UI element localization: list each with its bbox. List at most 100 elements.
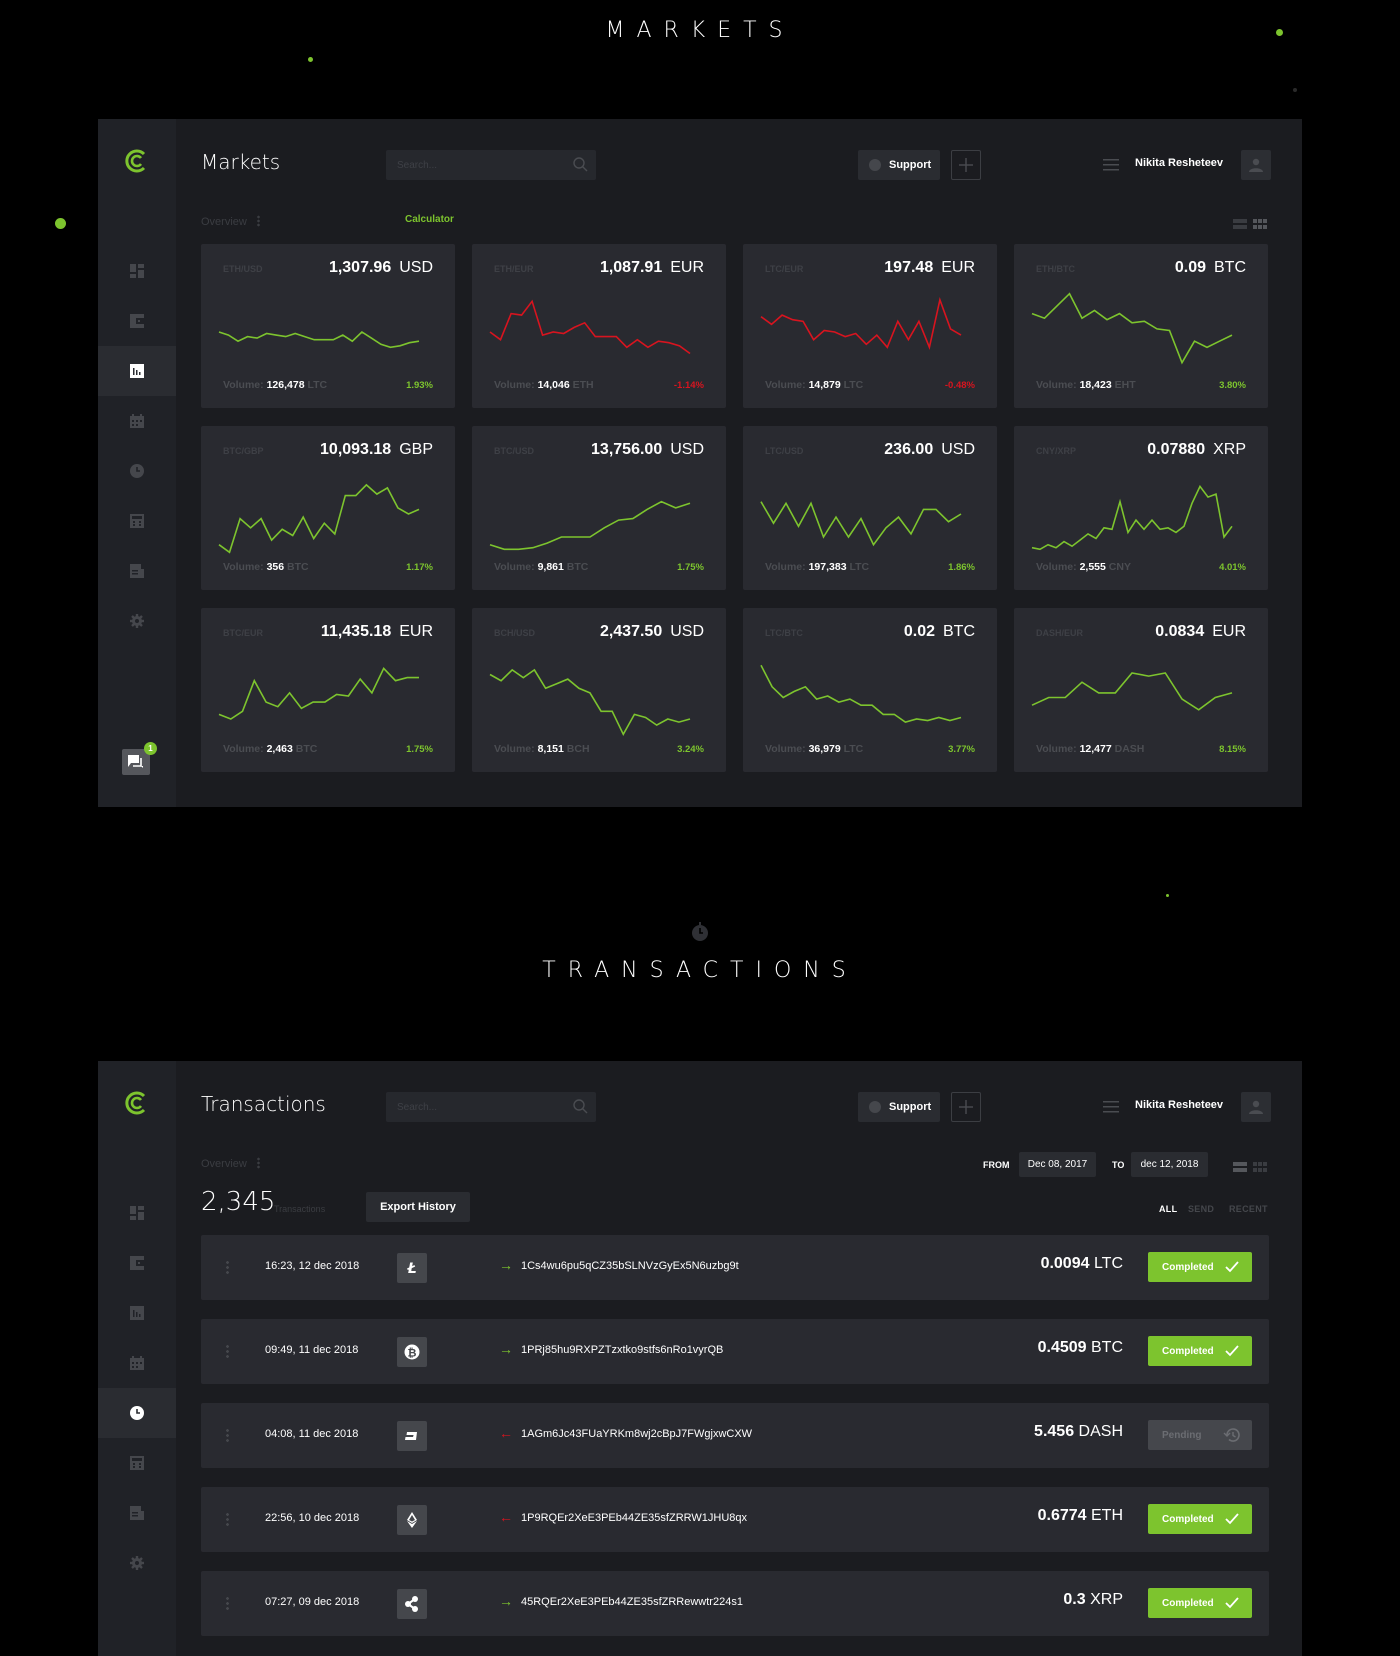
history-icon bbox=[1223, 1428, 1240, 1442]
market-card[interactable]: LTC/EUR 197.48 EUR Volume: 14,879 LTC -0.48% bbox=[743, 244, 997, 408]
more-vertical-icon bbox=[256, 1157, 260, 1169]
sidebar-item-documents[interactable] bbox=[98, 1488, 176, 1538]
row-menu-icon[interactable] bbox=[226, 1428, 229, 1442]
market-card[interactable]: BTC/USD 13,756.00 USD Volume: 9,861 BTC 1.75… bbox=[472, 426, 726, 590]
list-view-icon[interactable] bbox=[1233, 219, 1247, 229]
support-button[interactable]: Support bbox=[858, 150, 940, 180]
market-card[interactable]: ETH/USD 1,307.96 USD Volume: 126,478 LTC 1.9… bbox=[201, 244, 455, 408]
transaction-row[interactable]: 09:49, 11 dec 2018 ₿ → 1PRj85hu9RXPZTzxtko9… bbox=[201, 1319, 1269, 1384]
market-card[interactable]: DASH/EUR 0.0834 EUR Volume: 12,477 DASH 8.15… bbox=[1014, 608, 1268, 772]
sparkline-series bbox=[1031, 292, 1233, 365]
logo-icon[interactable] bbox=[124, 148, 150, 174]
sidebar-item-dashboard[interactable] bbox=[98, 1188, 176, 1238]
sidebar-item-transactions[interactable] bbox=[98, 446, 176, 496]
avatar[interactable] bbox=[1241, 1092, 1271, 1122]
market-card[interactable]: BCH/USD 2,437.50 USD Volume: 8,151 BCH 3.24% bbox=[472, 608, 726, 772]
sparkline-chart bbox=[489, 299, 691, 355]
sparkline-chart bbox=[760, 296, 962, 350]
add-button[interactable] bbox=[951, 1092, 981, 1122]
volume-value: 14,879 bbox=[808, 379, 841, 391]
from-date-picker[interactable]: Dec 08, 2017 bbox=[1019, 1152, 1096, 1177]
search-box bbox=[386, 150, 596, 180]
price-currency: BTC bbox=[943, 623, 975, 640]
to-date-picker[interactable]: dec 12, 2018 bbox=[1131, 1152, 1208, 1177]
grid-view-icon[interactable] bbox=[1253, 219, 1267, 229]
sidebar-item-wallet[interactable] bbox=[98, 1238, 176, 1288]
sidebar-item-documents[interactable] bbox=[98, 546, 176, 596]
sidebar-item-dashboard[interactable] bbox=[98, 246, 176, 296]
sidebar-item-settings[interactable] bbox=[98, 1538, 176, 1588]
from-label: FROM bbox=[983, 1160, 1010, 1170]
market-card[interactable]: BTC/GBP 10,093.18 GBP Volume: 356 BTC 1.17% bbox=[201, 426, 455, 590]
sidebar-item-calculator[interactable] bbox=[98, 1438, 176, 1488]
price-value: 1,307.96 bbox=[328, 259, 392, 276]
pair-label: LTC/EUR bbox=[765, 264, 804, 274]
status-label: Completed bbox=[1162, 1345, 1214, 1357]
transaction-row[interactable]: 16:23, 12 dec 2018 Ł → 1Cs4wu6pu5qCZ35bSLNV… bbox=[201, 1235, 1269, 1300]
market-card[interactable]: ETH/EUR 1,087.91 EUR Volume: 14,046 ETH -1.1… bbox=[472, 244, 726, 408]
calculator-link[interactable]: Calculator bbox=[405, 214, 454, 225]
hamburger-menu-icon[interactable] bbox=[1103, 159, 1119, 171]
price-value: 13,756.00 bbox=[591, 441, 663, 458]
transactions-section-title: TRANSACTIONS bbox=[542, 958, 858, 983]
row-menu-icon[interactable] bbox=[226, 1512, 229, 1526]
add-button[interactable] bbox=[951, 150, 981, 180]
price: 10,093.18 GBP bbox=[320, 441, 433, 459]
sidebar-item-calculator[interactable] bbox=[98, 496, 176, 546]
search-input[interactable] bbox=[386, 150, 566, 180]
sidebar-item-settings[interactable] bbox=[98, 596, 176, 646]
market-card[interactable]: CNY/XRP 0.07880 XRP Volume: 2,555 CNY 4.01% bbox=[1014, 426, 1268, 590]
change-percent: -0.48% bbox=[944, 380, 975, 391]
user-name[interactable]: Nikita Resheteev bbox=[1135, 1099, 1223, 1111]
search-input[interactable] bbox=[386, 1092, 566, 1122]
search-icon[interactable] bbox=[573, 157, 588, 172]
amount-value: 0.4509 bbox=[1037, 1339, 1087, 1356]
amount-value: 5.456 bbox=[1034, 1423, 1075, 1440]
sparkline-chart bbox=[218, 667, 419, 720]
logo-icon[interactable] bbox=[124, 1090, 150, 1116]
grid-view-icon[interactable] bbox=[1253, 1162, 1267, 1172]
sidebar-item-wallet[interactable] bbox=[98, 296, 176, 346]
price-currency: BTC bbox=[1214, 259, 1246, 276]
sidebar-item-calendar[interactable] bbox=[98, 396, 176, 446]
overview-menu[interactable]: Overview bbox=[201, 1157, 260, 1170]
market-card[interactable]: LTC/USD 236.00 USD Volume: 197,383 LTC 1.86% bbox=[743, 426, 997, 590]
price: 0.02 BTC bbox=[904, 623, 975, 641]
filter-tab-all[interactable]: ALL bbox=[1159, 1204, 1177, 1214]
filter-tab-recent[interactable]: RECENT bbox=[1229, 1204, 1268, 1214]
filter-tab-send[interactable]: SEND bbox=[1188, 1204, 1214, 1214]
transaction-row[interactable]: 22:56, 10 dec 2018 ← 1P9RQEr2XeE3PEb44ZE35… bbox=[201, 1487, 1269, 1552]
row-menu-icon[interactable] bbox=[226, 1344, 229, 1358]
volume: Volume: 126,478 LTC bbox=[223, 379, 327, 391]
transaction-row[interactable]: 04:08, 11 dec 2018 ← 1AGm6Jc43FUaYRKm8wj2c… bbox=[201, 1403, 1269, 1468]
sidebar-item-calendar[interactable] bbox=[98, 1338, 176, 1388]
overview-menu[interactable]: Overview bbox=[201, 215, 260, 228]
pair-label: CNY/XRP bbox=[1036, 446, 1077, 456]
chat-button[interactable]: 1 bbox=[122, 742, 157, 775]
decorative-dot bbox=[308, 57, 313, 62]
wallet-address: 1AGm6Jc43FUaYRKm8wj2cBpJ7FWgjxwCXW bbox=[521, 1428, 753, 1440]
volume-label: Volume: bbox=[1036, 743, 1077, 755]
row-menu-icon[interactable] bbox=[226, 1596, 229, 1610]
support-button[interactable]: Support bbox=[858, 1092, 940, 1122]
market-card[interactable]: LTC/BTC 0.02 BTC Volume: 36,979 LTC 3.77% bbox=[743, 608, 997, 772]
avatar[interactable] bbox=[1241, 150, 1271, 180]
volume-value: 8,151 bbox=[537, 743, 564, 755]
plus-icon bbox=[959, 1100, 973, 1114]
export-history-button[interactable]: Export History bbox=[366, 1192, 470, 1222]
sidebar-item-markets[interactable] bbox=[98, 1288, 176, 1338]
transaction-amount: 5.456 DASH bbox=[1034, 1423, 1123, 1441]
row-menu-icon[interactable] bbox=[226, 1260, 229, 1274]
volume-label: Volume: bbox=[1036, 379, 1077, 391]
market-card[interactable]: ETH/BTC 0.09 BTC Volume: 18,423 EHT 3.80% bbox=[1014, 244, 1268, 408]
transaction-amount: 0.4509 BTC bbox=[1038, 1339, 1123, 1357]
search-icon[interactable] bbox=[573, 1099, 588, 1114]
user-name[interactable]: Nikita Resheteev bbox=[1135, 157, 1223, 169]
market-card[interactable]: BTC/EUR 11,435.18 EUR Volume: 2,463 BTC 1.75… bbox=[201, 608, 455, 772]
transaction-row[interactable]: 07:27, 09 dec 2018 → 45RQEr2XeE3PEb44ZE35s… bbox=[201, 1571, 1269, 1636]
transaction-time: 07:27, 09 dec 2018 bbox=[265, 1596, 360, 1608]
list-view-icon[interactable] bbox=[1233, 1162, 1247, 1172]
sidebar-item-transactions[interactable] bbox=[98, 1388, 176, 1438]
hamburger-menu-icon[interactable] bbox=[1103, 1101, 1119, 1113]
sidebar-item-markets[interactable] bbox=[98, 346, 176, 396]
